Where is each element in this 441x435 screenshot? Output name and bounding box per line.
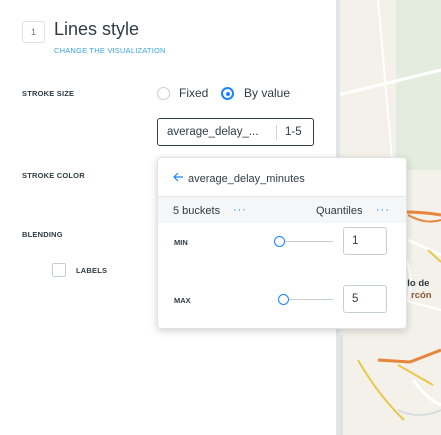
radio-by-value-label[interactable]: By value [244, 86, 290, 100]
buckets-menu-icon[interactable]: ··· [233, 204, 247, 216]
dropdown-header[interactable]: average_delay_minutes [158, 158, 406, 196]
quantification-menu-icon[interactable]: ··· [376, 204, 390, 216]
attribute-name: average_delay_... [167, 126, 259, 138]
min-label: MIN [174, 238, 188, 247]
attribute-selector[interactable]: average_delay_... 1-5 [157, 118, 314, 146]
min-slider-track[interactable] [278, 241, 333, 242]
attribute-range: 1-5 [285, 126, 302, 138]
min-slider-knob[interactable] [274, 236, 285, 247]
buckets-count[interactable]: 5 buckets [173, 205, 220, 217]
attribute-dropdown: average_delay_minutes 5 buckets ··· Quan… [157, 157, 407, 329]
max-slider-track[interactable] [282, 299, 333, 300]
panel-subtitle: CHANGE THE VISUALIZATION [54, 46, 166, 55]
map-place-label-2: rcón [411, 290, 432, 301]
min-value-input[interactable]: 1 [343, 227, 387, 255]
attribute-separator [276, 125, 277, 140]
labels-label: LABELS [76, 266, 108, 275]
panel-title: Lines style [54, 19, 140, 39]
arrow-left-icon[interactable] [173, 171, 184, 185]
max-label: MAX [174, 296, 191, 305]
quantification-method[interactable]: Quantiles [316, 205, 362, 217]
radio-by-value[interactable] [221, 87, 234, 100]
blending-label: BLENDING [22, 230, 63, 239]
stroke-color-label: STROKE COLOR [22, 171, 85, 180]
max-value-input[interactable]: 5 [343, 285, 387, 313]
dropdown-attribute-name: average_delay_minutes [188, 173, 305, 185]
labels-checkbox[interactable] [52, 263, 66, 277]
min-value: 1 [352, 235, 359, 247]
radio-fixed-label[interactable]: Fixed [179, 86, 208, 100]
step-number-badge: 1 [22, 21, 45, 43]
max-value: 5 [352, 293, 359, 305]
stroke-size-label: STROKE SIZE [22, 89, 75, 98]
max-slider-knob[interactable] [278, 294, 289, 305]
radio-fixed[interactable] [157, 87, 170, 100]
